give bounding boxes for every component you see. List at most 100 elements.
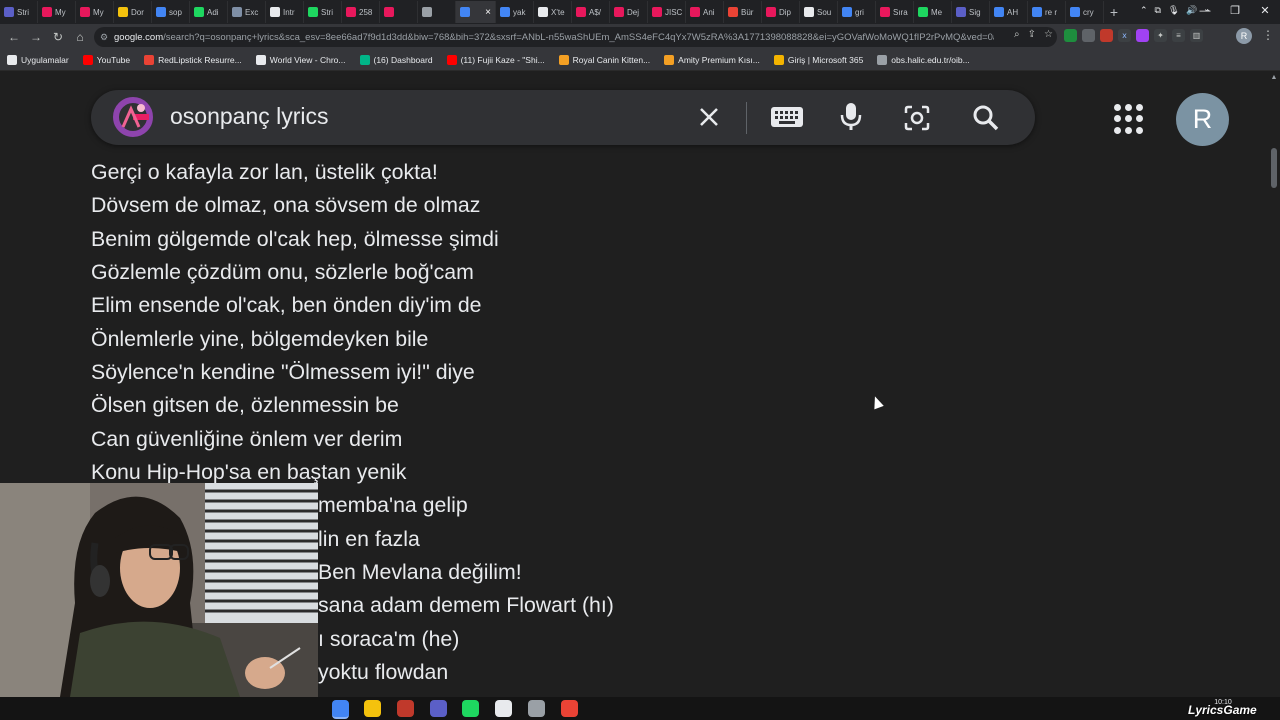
taskbar-app-icon[interactable] bbox=[495, 700, 512, 717]
extensions-puzzle-icon[interactable]: ✦ bbox=[1154, 29, 1167, 42]
browser-tab[interactable]: A$/ bbox=[572, 1, 610, 23]
lyric-line: Dövsem de olmaz, ona sövsem de olmaz bbox=[91, 193, 481, 218]
browser-tab[interactable]: Me bbox=[914, 1, 952, 23]
browser-tab[interactable]: Stri bbox=[304, 1, 342, 23]
profile-avatar-small[interactable]: R bbox=[1236, 28, 1252, 44]
scrollbar-thumb[interactable] bbox=[1271, 148, 1277, 188]
bookmark-item[interactable]: YouTube bbox=[76, 55, 137, 65]
browser-tab[interactable]: Dej bbox=[610, 1, 648, 23]
site-info-icon[interactable]: ⚙ bbox=[94, 32, 114, 43]
media-control-icon[interactable]: ≡ bbox=[1172, 29, 1185, 42]
browser-tab[interactable]: 258 bbox=[342, 1, 380, 23]
tab-favicon-icon bbox=[1070, 7, 1080, 17]
browser-tab[interactable]: JISC bbox=[648, 1, 686, 23]
bookmark-item[interactable]: Amity Premium Kısı... bbox=[657, 55, 767, 65]
page-scrollbar[interactable]: ▲ bbox=[1268, 72, 1280, 697]
close-window-button[interactable]: ✕ bbox=[1250, 0, 1280, 22]
browser-tab[interactable]: Exc bbox=[228, 1, 266, 23]
account-avatar[interactable]: R bbox=[1176, 93, 1229, 146]
browser-tab[interactable] bbox=[418, 1, 456, 23]
taskbar-app-icon[interactable] bbox=[528, 700, 545, 717]
browser-tab[interactable]: gri bbox=[838, 1, 876, 23]
browser-tab[interactable]: Intr bbox=[266, 1, 304, 23]
microphone-tray-icon[interactable]: 🎙 bbox=[1168, 5, 1179, 16]
network-icon[interactable]: ⌁ bbox=[1205, 5, 1210, 16]
browser-tab[interactable]: My bbox=[76, 1, 114, 23]
browser-tab[interactable]: Ani bbox=[686, 1, 724, 23]
taskbar-app-icon[interactable] bbox=[332, 700, 349, 719]
tab-favicon-icon bbox=[118, 7, 128, 17]
tab-label: Me bbox=[931, 7, 943, 17]
lyric-line: Elim ensende ol'cak, ben önden diy'im de bbox=[91, 293, 482, 318]
browser-tab[interactable]: sop bbox=[152, 1, 190, 23]
back-button[interactable]: ← bbox=[3, 30, 25, 44]
bookmark-label: Royal Canin Kitten... bbox=[572, 55, 651, 65]
taskbar-app-icon[interactable] bbox=[397, 700, 414, 717]
search-query[interactable]: osonpanç lyrics bbox=[170, 103, 329, 130]
bookmark-item[interactable]: World View - Chro... bbox=[249, 55, 353, 65]
browser-menu-icon[interactable]: ⋮ bbox=[1262, 28, 1274, 42]
clear-search-icon[interactable] bbox=[698, 106, 720, 128]
voice-search-icon[interactable] bbox=[839, 102, 863, 132]
browser-tab[interactable] bbox=[380, 1, 418, 23]
bookmark-item[interactable]: Royal Canin Kitten... bbox=[552, 55, 657, 65]
tab-label: 258 bbox=[359, 7, 373, 17]
bookmark-item[interactable]: (16) Dashboard bbox=[353, 55, 440, 65]
google-doodle-logo[interactable] bbox=[113, 97, 153, 137]
bookmark-item[interactable]: (11) Fujii Kaze - "Shi... bbox=[440, 55, 552, 65]
bookmark-item[interactable]: Uygulamalar bbox=[0, 55, 76, 65]
extension-purple-icon[interactable] bbox=[1136, 29, 1149, 42]
browser-tab[interactable]: × bbox=[456, 1, 496, 23]
bookmark-item[interactable]: RedLipstick Resurre... bbox=[137, 55, 249, 65]
close-tab-icon[interactable]: × bbox=[485, 7, 491, 18]
lens-camera-icon[interactable] bbox=[903, 104, 931, 132]
browser-tab[interactable]: Bür bbox=[724, 1, 762, 23]
browser-tab[interactable]: Stri bbox=[0, 1, 38, 23]
browser-tab[interactable]: Sou bbox=[800, 1, 838, 23]
taskbar-app-icon[interactable] bbox=[561, 700, 578, 717]
bookmark-star-icon[interactable]: ☆ bbox=[1044, 29, 1053, 40]
url-host: google.com bbox=[114, 31, 164, 43]
share-icon[interactable]: ⇪ bbox=[1028, 29, 1036, 40]
forward-button[interactable]: → bbox=[25, 30, 47, 44]
address-bar[interactable]: ⚙ google.com/search?q=osonpanç+lyrics&sc… bbox=[94, 27, 1057, 47]
tab-label: My bbox=[93, 7, 104, 17]
browser-tab[interactable]: yak bbox=[496, 1, 534, 23]
taskbar-app-icon[interactable] bbox=[364, 700, 381, 717]
volume-icon[interactable]: 🔊 bbox=[1186, 5, 1197, 16]
browser-tab[interactable]: AH bbox=[990, 1, 1028, 23]
tab-label: Stri bbox=[321, 7, 333, 17]
tray-chevron-icon[interactable]: ⌃ bbox=[1140, 5, 1148, 16]
extension-red-icon[interactable] bbox=[1100, 29, 1113, 42]
browser-tab[interactable]: re r bbox=[1028, 1, 1066, 23]
zoom-icon[interactable]: ⌕ bbox=[1014, 29, 1020, 40]
search-icon[interactable] bbox=[972, 104, 1000, 132]
taskbar-app-icon[interactable] bbox=[430, 700, 447, 717]
bookmark-item[interactable]: Giriş | Microsoft 365 bbox=[767, 55, 870, 65]
browser-tab[interactable]: Adi bbox=[190, 1, 228, 23]
os-taskbar bbox=[0, 697, 1280, 720]
adblock-extension-icon[interactable] bbox=[1064, 29, 1077, 42]
bookmark-item[interactable]: obs.halic.edu.tr/oib... bbox=[870, 55, 976, 65]
tray-app-icon[interactable]: ⧉ bbox=[1154, 5, 1160, 16]
scroll-up-icon[interactable]: ▲ bbox=[1268, 74, 1280, 81]
home-button[interactable]: ⌂ bbox=[69, 30, 91, 44]
browser-tab[interactable]: Dip bbox=[762, 1, 800, 23]
google-apps-icon[interactable] bbox=[1114, 104, 1144, 134]
new-tab-button[interactable]: + bbox=[1104, 4, 1124, 20]
browser-tab[interactable]: My bbox=[38, 1, 76, 23]
restore-button[interactable]: ❐ bbox=[1220, 0, 1250, 22]
browser-tab[interactable]: Sıra bbox=[876, 1, 914, 23]
keyboard-icon[interactable] bbox=[770, 105, 804, 129]
browser-tab[interactable]: X'te bbox=[534, 1, 572, 23]
side-panel-icon[interactable]: ▥ bbox=[1190, 29, 1203, 42]
extension-icon[interactable] bbox=[1082, 29, 1095, 42]
tab-favicon-icon bbox=[156, 7, 166, 17]
tab-favicon-icon bbox=[194, 7, 204, 17]
browser-tab[interactable]: cry bbox=[1066, 1, 1104, 23]
browser-tab[interactable]: Dor bbox=[114, 1, 152, 23]
browser-tab[interactable]: Sig bbox=[952, 1, 990, 23]
taskbar-app-icon[interactable] bbox=[462, 700, 479, 717]
translate-extension-icon[interactable]: ⅹ bbox=[1118, 29, 1131, 42]
reload-button[interactable]: ↻ bbox=[47, 30, 69, 44]
